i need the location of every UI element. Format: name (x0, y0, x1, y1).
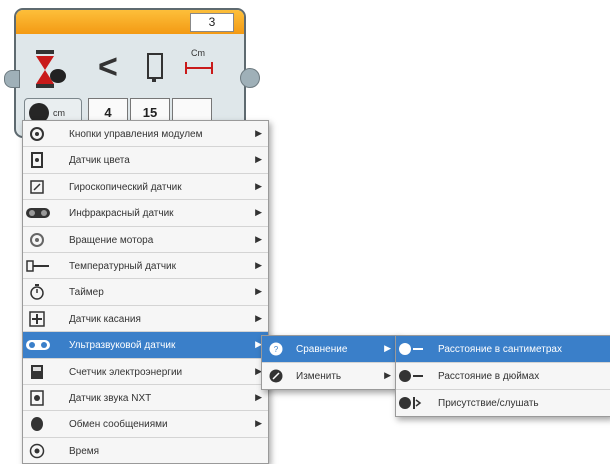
distance-unit-icon: Cm (184, 48, 214, 78)
menu-item-brick-buttons[interactable]: Кнопки управления модулем ▶ (23, 121, 268, 148)
submenu-arrow-icon: ▶ (384, 370, 391, 380)
sound-sensor-icon (30, 390, 44, 406)
submenu-arrow-icon: ▶ (255, 312, 262, 323)
svg-text:?: ? (274, 345, 279, 354)
menu-item-color-sensor[interactable]: Датчик цвета ▶ (23, 147, 268, 174)
change-icon (269, 369, 283, 383)
unit-label: Cm (191, 48, 205, 58)
time-icon (29, 443, 45, 458)
temperature-sensor-icon (26, 260, 49, 272)
distance-cm-icon (399, 343, 423, 355)
menu-item-energy-meter[interactable]: Счетчик электроэнергии ▶ (23, 359, 268, 385)
submenu-arrow-icon: ▶ (255, 180, 262, 191)
menu-item-presence[interactable]: Присутствие/слушать (396, 390, 610, 416)
submenu-arrow-icon: ▶ (255, 391, 262, 402)
submenu-arrow-icon: ▶ (255, 286, 262, 297)
touch-sensor-icon (29, 310, 45, 327)
submenu-arrow-icon: ▶ (255, 207, 262, 218)
menu-item-touch-sensor[interactable]: Датчик касания ▶ (23, 306, 268, 333)
brick-buttons-icon (30, 127, 44, 141)
sequence-out-connector[interactable] (240, 68, 260, 88)
submenu-arrow-icon: ▶ (255, 128, 262, 138)
menu-item-gyro-sensor[interactable]: Гироскопический датчик ▶ (23, 174, 268, 201)
messaging-icon (31, 417, 43, 432)
color-sensor-icon (31, 152, 43, 169)
submenu-arrow-icon: ▶ (255, 259, 262, 270)
gyro-sensor-icon (30, 180, 44, 194)
presence-icon (399, 397, 422, 409)
menu-item-temperature-sensor[interactable]: Температурный датчик ▶ (23, 253, 268, 280)
energy-meter-icon (31, 364, 43, 379)
block-header: 3 (16, 10, 244, 34)
compare-submenu: Расстояние в сантиметрах Расстояние в дю… (395, 335, 610, 417)
menu-item-sound-sensor[interactable]: Датчик звука NXT ▶ (23, 385, 268, 412)
distance-inches-icon (399, 370, 423, 382)
comparison-operator: < (98, 48, 118, 86)
menu-item-distance-inches[interactable]: Расстояние в дюймах (396, 363, 610, 390)
mode-sub-icon: cm (53, 108, 65, 118)
wait-hourglass-icon (36, 50, 66, 88)
submenu-arrow-icon: ▶ (255, 154, 262, 165)
submenu-arrow-icon: ▶ (255, 233, 262, 244)
timer-icon (30, 284, 44, 301)
sequence-in-connector[interactable] (4, 70, 20, 88)
wait-block[interactable]: 3 < Cm cm 4 15 (4, 8, 260, 138)
ultrasonic-sensor-icon (26, 340, 50, 351)
menu-item-change[interactable]: Изменить ▶ (262, 363, 397, 389)
menu-item-distance-cm[interactable]: Расстояние в сантиметрах (396, 336, 610, 363)
distance-arrows-icon (185, 62, 213, 74)
compare-value-icon (147, 53, 163, 82)
menu-item-compare[interactable]: ? Сравнение ▶ (262, 336, 397, 363)
infrared-sensor-icon (26, 208, 50, 219)
motor-rotation-icon (30, 232, 44, 247)
menu-item-ultrasonic-sensor[interactable]: Ультразвуковой датчик ▶ (23, 332, 268, 359)
compare-icon: ? (269, 342, 283, 356)
menu-item-motor-rotation[interactable]: Вращение мотора ▶ (23, 227, 268, 253)
submenu-arrow-icon: ▶ (384, 343, 391, 353)
block-number: 3 (190, 13, 234, 32)
menu-item-time[interactable]: Время (23, 438, 268, 463)
ultrasonic-submenu: ? Сравнение ▶ Изменить ▶ (261, 335, 398, 390)
menu-item-infrared-sensor[interactable]: Инфракрасный датчик ▶ (23, 200, 268, 227)
menu-item-messaging[interactable]: Обмен сообщениями ▶ (23, 411, 268, 438)
menu-item-timer[interactable]: Таймер ▶ (23, 279, 268, 306)
sensor-menu: Кнопки управления модулем ▶ Датчик цвета… (22, 120, 269, 464)
submenu-arrow-icon: ▶ (255, 418, 262, 429)
